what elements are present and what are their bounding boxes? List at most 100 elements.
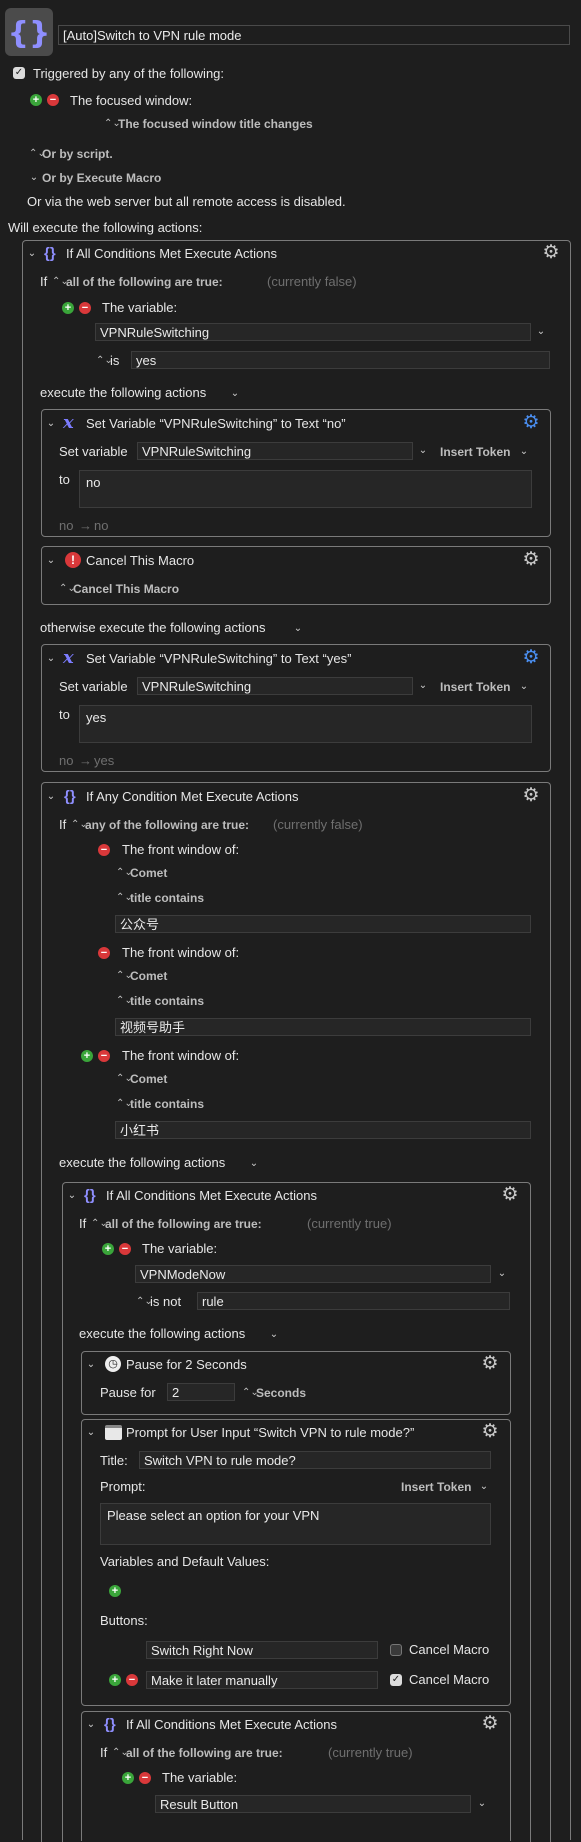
remove-trigger-button[interactable]: − — [47, 94, 59, 106]
otherwise-label: otherwise execute the following actions — [40, 620, 266, 635]
title-contains-selector[interactable]: title contains — [130, 993, 204, 1009]
braces-icon: {} — [44, 245, 56, 262]
outer-if-header: If All Conditions Met Execute Actions — [66, 246, 277, 261]
chevron-down-icon[interactable]: ⌄ — [26, 246, 38, 262]
add-button-button[interactable]: + — [109, 1674, 121, 1686]
trigger-title-changes[interactable]: The focused window title changes — [118, 116, 313, 132]
if-label: If — [59, 817, 67, 832]
triggered-checkbox[interactable]: ✓ — [13, 67, 25, 79]
insert-token-button[interactable]: Insert Token — [401, 1479, 471, 1495]
condition-mode[interactable]: all of the following are true: — [105, 1216, 262, 1232]
chevron-down-icon[interactable]: ⌄ — [28, 170, 40, 186]
stop-icon: ! — [65, 552, 81, 568]
macro-title-field[interactable]: [Auto]Switch to VPN rule mode — [58, 25, 570, 45]
condition-text-field[interactable]: 视频号助手 — [115, 1018, 531, 1036]
text-value-area[interactable]: yes — [79, 705, 532, 743]
chevron-down-icon[interactable]: ⌄ — [66, 1188, 78, 1204]
braces-icon: {} — [64, 788, 76, 805]
remove-condition-button[interactable]: − — [98, 1050, 110, 1062]
remove-condition-button[interactable]: − — [139, 1772, 151, 1784]
value-field[interactable]: yes — [131, 351, 550, 369]
chevron-down-icon[interactable]: ⌄ — [45, 651, 57, 667]
add-trigger-button[interactable]: + — [30, 94, 42, 106]
variable-field[interactable]: Result Button — [155, 1795, 471, 1813]
add-condition-button[interactable]: + — [81, 1050, 93, 1062]
add-condition-button[interactable]: + — [62, 302, 74, 314]
variables-label: Variables and Default Values: — [100, 1554, 270, 1569]
chevron-down-icon[interactable]: ⌄ — [45, 553, 57, 569]
condition-mode[interactable]: any of the following are true: — [85, 817, 249, 833]
chevron-down-icon[interactable]: ⌄ — [518, 444, 530, 460]
title-contains-selector[interactable]: title contains — [130, 1096, 204, 1112]
remove-condition-button[interactable]: − — [119, 1243, 131, 1255]
cancel-header: Cancel This Macro — [86, 553, 195, 568]
variable-field[interactable]: VPNModeNow — [135, 1265, 491, 1283]
chevron-down-icon[interactable]: ⌄ — [417, 678, 429, 694]
gear-icon[interactable]: ⚙ — [521, 550, 541, 570]
cancel-macro-checkbox[interactable] — [390, 1644, 402, 1656]
set-variable-field[interactable]: VPNRuleSwitching — [137, 442, 413, 460]
button-name-field[interactable]: Switch Right Now — [146, 1641, 378, 1659]
chevron-down-icon[interactable]: ⌄ — [45, 789, 57, 805]
gear-icon[interactable]: ⚙ — [480, 1354, 500, 1374]
operator-label[interactable]: is not — [150, 1294, 181, 1310]
condition-text-field[interactable]: 小红书 — [115, 1121, 531, 1139]
remove-condition-button[interactable]: − — [79, 302, 91, 314]
chevron-down-icon[interactable]: ⌄ — [417, 443, 429, 459]
add-variable-button[interactable]: + — [109, 1585, 121, 1597]
app-selector[interactable]: Comet — [130, 968, 167, 984]
value-field[interactable]: rule — [197, 1292, 510, 1310]
condition-mode[interactable]: all of the following are true: — [126, 1745, 283, 1761]
chevron-down-icon[interactable]: ⌄ — [229, 386, 241, 402]
clock-icon: ◷ — [105, 1356, 121, 1372]
text-value-area[interactable]: no — [79, 470, 532, 508]
gear-icon[interactable]: ⚙ — [500, 1185, 520, 1205]
prompt-text-area[interactable]: Please select an option for your VPN — [100, 1503, 491, 1545]
chevron-down-icon[interactable]: ⌄ — [248, 1156, 260, 1172]
gear-icon[interactable]: ⚙ — [480, 1714, 500, 1734]
result-if-header: If All Conditions Met Execute Actions — [126, 1717, 337, 1732]
pause-value-field[interactable]: 2 — [167, 1383, 235, 1401]
insert-token-button[interactable]: Insert Token — [440, 444, 510, 460]
chevron-down-icon[interactable]: ⌄ — [268, 1327, 280, 1343]
add-condition-button[interactable]: + — [102, 1243, 114, 1255]
remove-condition-button[interactable]: − — [98, 844, 110, 856]
variable-field[interactable]: VPNRuleSwitching — [95, 323, 531, 341]
title-contains-selector[interactable]: title contains — [130, 890, 204, 906]
operator-label[interactable]: is — [110, 353, 119, 369]
chevron-down-icon[interactable]: ⌄ — [535, 324, 547, 340]
insert-token-button[interactable]: Insert Token — [440, 679, 510, 695]
add-condition-button[interactable]: + — [122, 1772, 134, 1784]
chevron-down-icon[interactable]: ⌄ — [85, 1357, 97, 1373]
set-no-header: Set Variable “VPNRuleSwitching” to Text … — [86, 416, 346, 431]
gear-icon[interactable]: ⚙ — [480, 1422, 500, 1442]
chevron-down-icon[interactable]: ⌄ — [45, 416, 57, 432]
or-by-script[interactable]: Or by script. — [42, 146, 113, 162]
set-variable-field[interactable]: VPNRuleSwitching — [137, 677, 413, 695]
chevron-down-icon[interactable]: ⌄ — [85, 1425, 97, 1441]
cancel-option[interactable]: Cancel This Macro — [73, 581, 179, 597]
chevron-down-icon[interactable]: ⌄ — [85, 1717, 97, 1733]
gear-icon[interactable]: ⚙ — [521, 413, 541, 433]
pause-unit-selector[interactable]: Seconds — [256, 1385, 306, 1401]
gear-icon[interactable]: ⚙ — [521, 648, 541, 668]
app-selector[interactable]: Comet — [130, 1071, 167, 1087]
condition-text-field[interactable]: 公众号 — [115, 915, 531, 933]
prompt-label: Prompt: — [100, 1479, 146, 1494]
chevron-down-icon[interactable]: ⌄ — [476, 1796, 488, 1812]
button-name-field[interactable]: Make it later manually — [146, 1671, 378, 1689]
chevron-down-icon[interactable]: ⌄ — [292, 621, 304, 637]
app-selector[interactable]: Comet — [130, 865, 167, 881]
chevron-down-icon[interactable]: ⌄ — [496, 1266, 508, 1282]
cancel-macro-checkbox[interactable]: ✓ — [390, 1674, 402, 1686]
chevron-down-icon[interactable]: ⌄ — [518, 679, 530, 695]
remove-condition-button[interactable]: − — [98, 947, 110, 959]
braces-icon: {} — [104, 1716, 116, 1733]
prompt-title-field[interactable]: Switch VPN to rule mode? — [139, 1451, 491, 1469]
condition-mode[interactable]: all of the following are true: — [66, 274, 223, 290]
chevron-down-icon[interactable]: ⌄ — [478, 1479, 490, 1495]
gear-icon[interactable]: ⚙ — [541, 243, 561, 263]
or-by-execute-macro[interactable]: Or by Execute Macro — [42, 170, 161, 186]
gear-icon[interactable]: ⚙ — [521, 786, 541, 806]
remove-button-button[interactable]: − — [126, 1674, 138, 1686]
